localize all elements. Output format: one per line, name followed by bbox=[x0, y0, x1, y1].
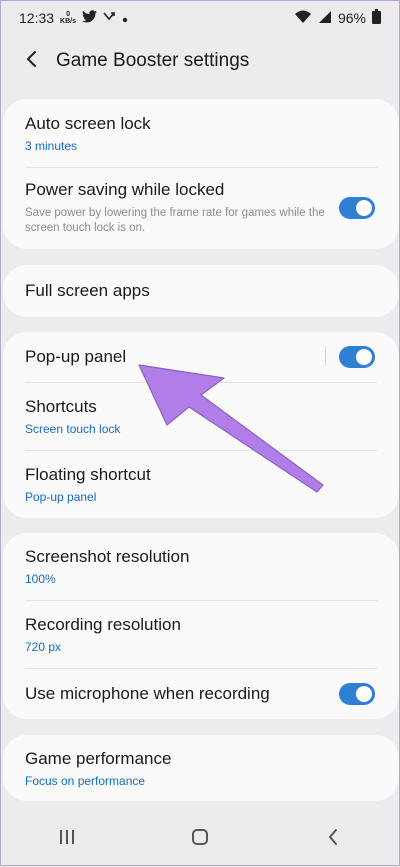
net-speed-value: 0 bbox=[66, 11, 70, 18]
twitter-icon bbox=[82, 10, 97, 26]
status-bar: 12:33 0 KB/s 96% bbox=[1, 1, 399, 35]
floating-shortcut-row[interactable]: Floating shortcut Pop-up panel bbox=[3, 451, 399, 518]
popup-panel-toggle[interactable] bbox=[339, 346, 375, 368]
wifi-icon bbox=[294, 10, 312, 27]
header: Game Booster settings bbox=[1, 39, 399, 83]
recents-icon bbox=[59, 829, 75, 850]
performance-card: Game performance Focus on performance bbox=[3, 735, 399, 801]
notification-dot-icon bbox=[122, 10, 128, 26]
shortcuts-row[interactable]: Shortcuts Screen touch lock bbox=[3, 383, 399, 450]
shortcuts-title: Shortcuts bbox=[25, 397, 97, 416]
battery-level: 96% bbox=[337, 10, 366, 26]
floating-shortcut-value: Pop-up panel bbox=[25, 490, 97, 504]
full-screen-apps-card: Full screen apps bbox=[3, 265, 399, 317]
toggle-separator bbox=[325, 346, 326, 366]
battery-icon bbox=[372, 9, 381, 27]
screenshot-resolution-title: Screenshot resolution bbox=[25, 547, 190, 566]
recording-resolution-row[interactable]: Recording resolution 720 px bbox=[3, 601, 399, 668]
game-performance-row[interactable]: Game performance Focus on performance bbox=[3, 735, 399, 801]
home-icon bbox=[191, 828, 209, 851]
recording-settings-card: Screenshot resolution 100% Recording res… bbox=[3, 533, 399, 719]
missed-call-icon bbox=[103, 10, 116, 26]
recording-resolution-title: Recording resolution bbox=[25, 615, 181, 634]
status-left: 12:33 0 KB/s bbox=[19, 10, 128, 26]
net-speed-unit: KB/s bbox=[60, 18, 76, 25]
lock-settings-card: Auto screen lock 3 minutes Power saving … bbox=[3, 99, 399, 249]
recents-button[interactable] bbox=[37, 819, 97, 859]
back-nav-button[interactable] bbox=[303, 819, 363, 859]
power-saving-toggle[interactable] bbox=[339, 197, 375, 219]
back-button[interactable] bbox=[17, 43, 47, 79]
power-saving-description: Save power by lowering the frame rate fo… bbox=[25, 207, 325, 234]
page-title: Game Booster settings bbox=[56, 50, 250, 71]
screenshot-resolution-value: 100% bbox=[25, 572, 56, 586]
net-speed-indicator: 0 KB/s bbox=[60, 11, 76, 25]
game-performance-value: Focus on performance bbox=[25, 773, 146, 788]
full-screen-apps-row[interactable]: Full screen apps bbox=[3, 265, 399, 317]
recording-resolution-value: 720 px bbox=[25, 640, 62, 654]
microphone-toggle[interactable] bbox=[339, 683, 375, 705]
back-arrow-icon bbox=[25, 50, 39, 73]
status-time: 12:33 bbox=[19, 10, 55, 26]
back-nav-icon bbox=[327, 828, 339, 851]
signal-icon bbox=[318, 10, 332, 27]
game-performance-title: Game performance bbox=[25, 748, 172, 768]
auto-screen-lock-row[interactable]: Auto screen lock 3 minutes bbox=[3, 99, 399, 167]
navigation-bar bbox=[1, 813, 399, 865]
home-button[interactable] bbox=[170, 819, 230, 859]
popup-settings-card: Pop-up panel Shortcuts Screen touch lock… bbox=[3, 332, 399, 518]
microphone-title: Use microphone when recording bbox=[25, 684, 270, 703]
shortcuts-value: Screen touch lock bbox=[25, 422, 121, 436]
power-saving-title: Power saving while locked bbox=[25, 180, 225, 199]
status-right: 96% bbox=[294, 9, 381, 27]
auto-screen-lock-value: 3 minutes bbox=[25, 138, 78, 153]
full-screen-apps-title: Full screen apps bbox=[25, 281, 150, 300]
auto-screen-lock-title: Auto screen lock bbox=[25, 113, 151, 133]
floating-shortcut-title: Floating shortcut bbox=[25, 465, 151, 484]
screenshot-resolution-row[interactable]: Screenshot resolution 100% bbox=[3, 533, 399, 600]
